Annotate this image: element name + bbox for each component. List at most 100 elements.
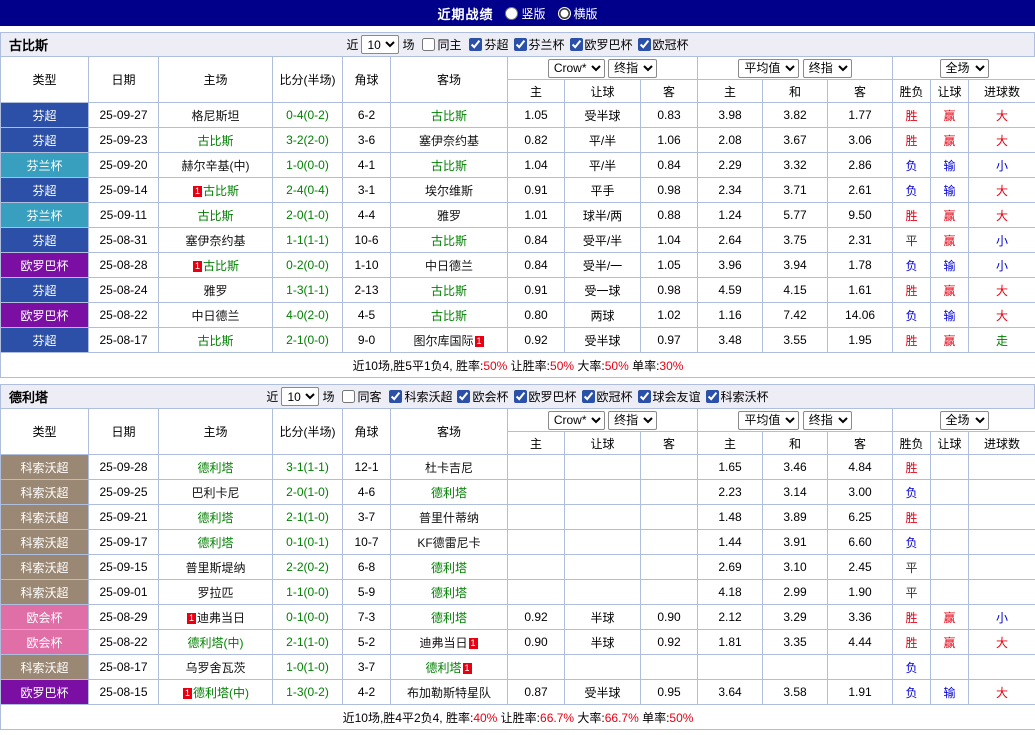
same-venue-checkbox[interactable]	[422, 38, 436, 51]
euro-away-odds: 1.77	[827, 102, 894, 128]
handicap-result-cell: 赢	[930, 227, 970, 253]
corner-score: 4-1	[342, 152, 391, 178]
corner-score: 5-2	[342, 629, 391, 655]
euro-company-select[interactable]: 平均值	[738, 58, 800, 78]
team-cell: 埃尔维斯	[390, 177, 508, 203]
team-cell: 布加勒斯特星队	[390, 679, 508, 705]
fulltime-select[interactable]: 全场	[939, 410, 989, 430]
league-checkbox[interactable]	[457, 389, 471, 403]
horizontal-layout-label: 横版	[573, 6, 598, 21]
league-checkbox[interactable]	[389, 389, 403, 403]
same-venue-filter[interactable]: 同客	[342, 388, 381, 405]
odds-company-select[interactable]: Crow*	[547, 58, 605, 78]
team-name: 古比斯	[430, 233, 467, 248]
team-cell: 德利塔	[390, 579, 508, 605]
summary-text: 近10场,胜5平1负4, 胜率:50% 让胜率:50% 大率:50% 单率:30…	[0, 352, 1035, 378]
match-count-select[interactable]: 10	[361, 35, 400, 54]
team-name: 古比斯	[430, 108, 467, 123]
same-venue-filter[interactable]: 同主	[422, 36, 461, 53]
handicap-result-cell: 赢	[930, 202, 970, 228]
league-filter[interactable]: 欧会杯	[457, 388, 509, 405]
red-card-badge: 1	[192, 260, 202, 272]
col-home: 主场	[158, 56, 273, 103]
asia-handicap: 平手	[564, 177, 641, 203]
col-type: 类型	[0, 408, 89, 455]
league-filter[interactable]: 欧冠杯	[581, 388, 633, 405]
match-score: 2-2(0-2)	[272, 554, 343, 580]
match-count-select[interactable]: 10	[281, 387, 320, 406]
handicap-result-cell: 赢	[930, 327, 970, 353]
handicap-result-cell: 输	[930, 152, 970, 178]
asia-stage-select[interactable]: 终指	[608, 58, 658, 78]
goals-result-cell: 大	[968, 679, 1035, 705]
asia-handicap	[564, 654, 641, 680]
vertical-layout-radio[interactable]	[505, 6, 519, 20]
corner-score: 3-6	[342, 127, 391, 153]
team-name: 迪弗当日	[419, 635, 468, 650]
match-date: 25-08-28	[88, 252, 159, 278]
euro-company-select[interactable]: 平均值	[738, 410, 800, 430]
league-checkbox[interactable]	[513, 389, 527, 403]
league-filter[interactable]: 芬兰杯	[513, 36, 565, 53]
asia-handicap: 半球	[564, 604, 641, 630]
euro-draw-odds: 3.46	[762, 454, 829, 480]
team-name: 古比斯	[203, 183, 240, 198]
euro-draw-odds: 5.77	[762, 202, 829, 228]
red-card-badge: 1	[186, 612, 196, 624]
league-checkbox[interactable]	[705, 389, 719, 403]
match-row: 欧罗巴杯 25-08-15 1 德利塔(中) 1-3(0-2) 4-2 布加勒斯特星队 0.8…	[0, 679, 1035, 705]
league-checkbox[interactable]	[581, 389, 595, 403]
euro-stage-select[interactable]: 终指	[802, 410, 852, 430]
handicap-result-cell: 输	[930, 177, 970, 203]
euro-draw-odds: 3.89	[762, 504, 829, 530]
col-goals-result: 进球数	[968, 79, 1035, 103]
league-filter[interactable]: 欧冠杯	[637, 36, 689, 53]
near-label: 近	[266, 390, 279, 404]
match-row: 欧罗巴杯 25-08-28 1 古比斯 0-2(0-0) 1-10 中日德兰 0.84 受半/一…	[0, 252, 1035, 278]
team-cell: 古比斯	[390, 102, 508, 128]
league-checkbox[interactable]	[569, 37, 583, 51]
odds-company-select[interactable]: Crow*	[547, 410, 605, 430]
team-name: 德利塔	[430, 560, 467, 575]
euro-stage-select[interactable]: 终指	[802, 58, 852, 78]
corner-score: 7-3	[342, 604, 391, 630]
league-filter[interactable]: 欧罗巴杯	[569, 36, 633, 53]
euro-home-odds: 4.18	[697, 579, 764, 605]
team-name: 格尼斯坦	[191, 108, 240, 123]
match-score: 0-4(0-2)	[272, 102, 343, 128]
asia-handicap: 受平/半	[564, 227, 641, 253]
league-filter[interactable]: 科索沃超	[389, 388, 452, 405]
league-checkbox[interactable]	[469, 37, 483, 51]
euro-away-odds: 2.61	[827, 177, 894, 203]
layout-option-vertical[interactable]: 竖版	[505, 5, 546, 22]
horizontal-layout-radio[interactable]	[557, 6, 571, 20]
asia-handicap: 受半球	[564, 327, 641, 353]
asia-stage-select[interactable]: 终指	[608, 410, 658, 430]
league-checkbox[interactable]	[637, 37, 651, 51]
match-date: 25-09-25	[88, 479, 159, 505]
asia-handicap: 受半球	[564, 102, 641, 128]
team-name: 古比斯	[197, 208, 234, 223]
asia-away-odds: 1.05	[639, 252, 699, 278]
euro-draw-odds: 3.75	[762, 227, 829, 253]
layout-option-horizontal[interactable]: 横版	[557, 5, 598, 22]
asia-handicap	[564, 504, 641, 530]
handicap-result-cell: 赢	[930, 604, 970, 630]
league-label: 芬兰杯	[528, 37, 565, 52]
league-filter[interactable]: 球会友谊	[637, 388, 701, 405]
match-date: 25-09-14	[88, 177, 159, 203]
league-filter[interactable]: 欧罗巴杯	[513, 388, 577, 405]
league-filter[interactable]: 芬超	[469, 36, 509, 53]
league-checkbox[interactable]	[637, 389, 651, 403]
league-checkbox[interactable]	[513, 37, 527, 51]
goals-result-cell: 小	[968, 604, 1035, 630]
filter-bar: 近 10 场 同主 芬超 芬兰杯 欧罗巴杯 欧冠杯	[346, 35, 689, 54]
col-away: 客场	[390, 408, 508, 455]
fulltime-select[interactable]: 全场	[939, 58, 989, 78]
col-score: 比分(半场)	[272, 408, 343, 455]
team-cell: 1 古比斯	[158, 252, 273, 278]
league-filter[interactable]: 科索沃杯	[705, 388, 769, 405]
same-venue-checkbox[interactable]	[342, 390, 356, 403]
red-card-badge: 1	[462, 662, 472, 674]
games-label: 场	[322, 390, 335, 404]
